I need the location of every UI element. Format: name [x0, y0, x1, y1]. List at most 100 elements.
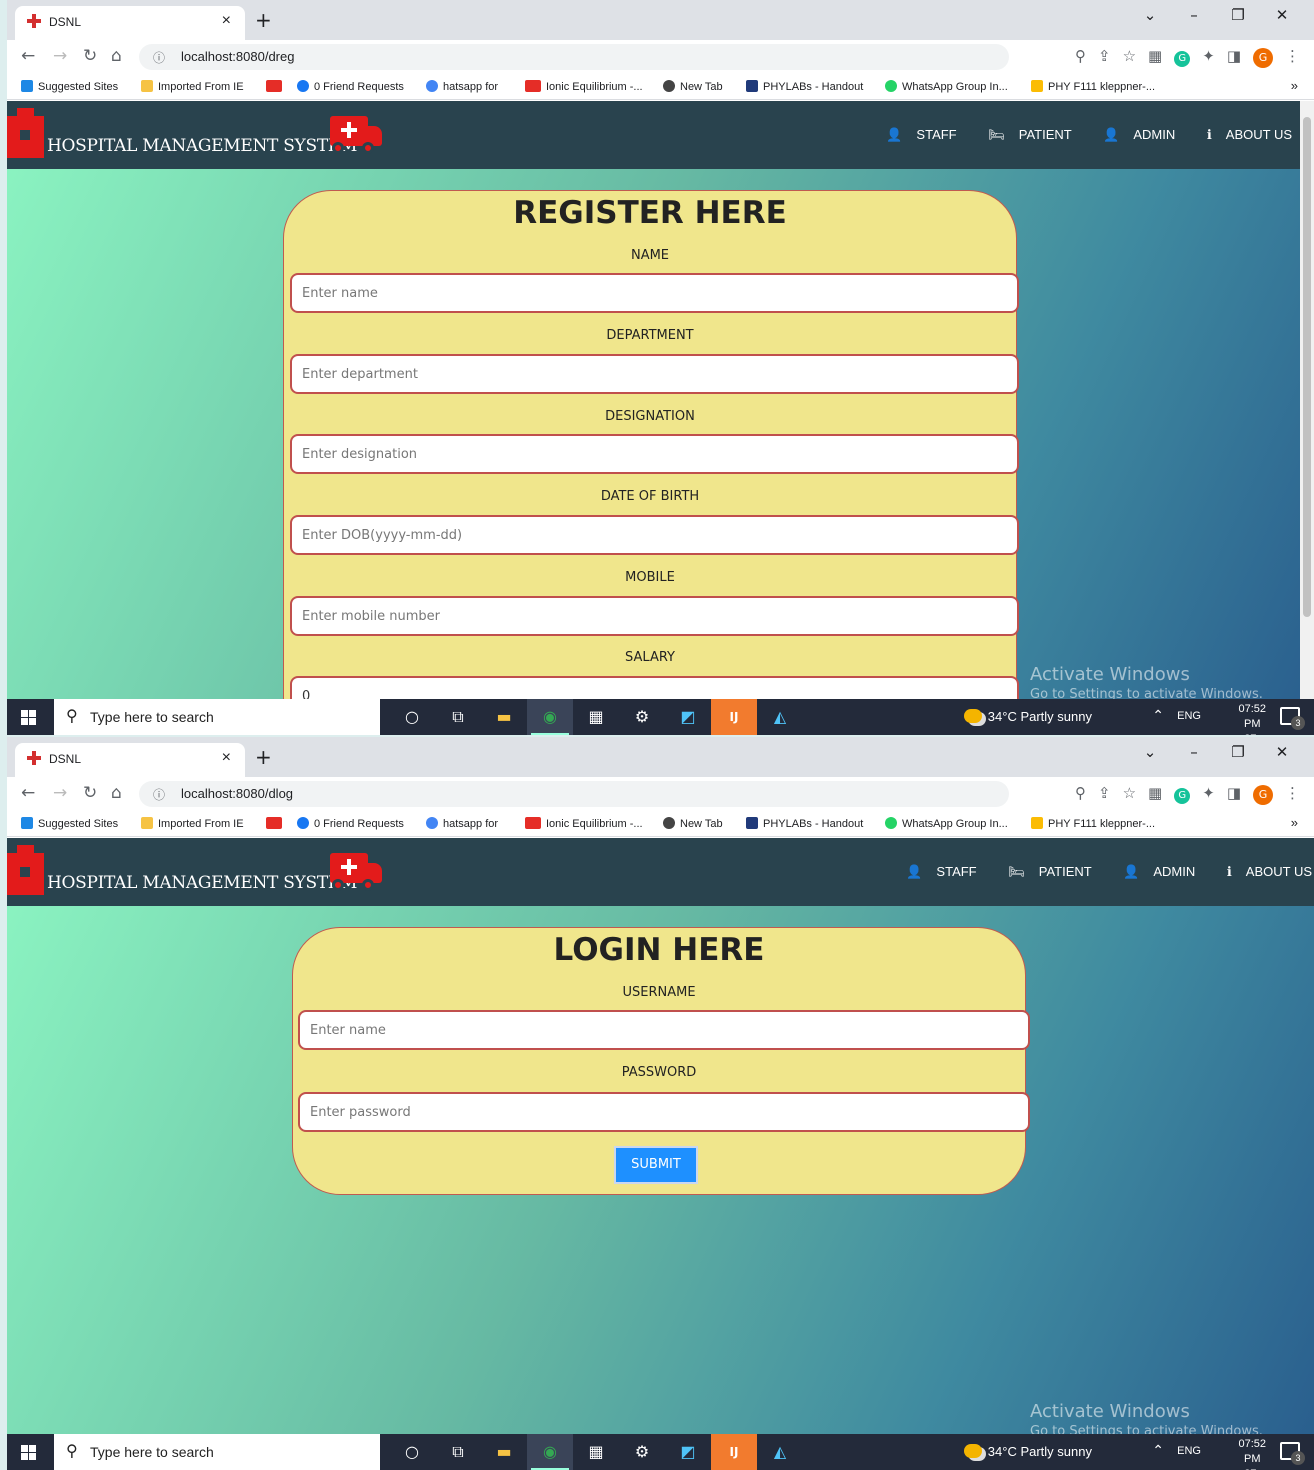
- reload-icon[interactable]: ↻: [83, 46, 97, 66]
- file-explorer-icon[interactable]: ▬: [481, 699, 527, 735]
- profile-avatar[interactable]: G: [1253, 785, 1273, 805]
- share-icon[interactable]: ⇪: [1098, 47, 1111, 65]
- bookmark-youtube[interactable]: [266, 817, 287, 830]
- mysql-workbench-icon[interactable]: ◭: [757, 699, 803, 735]
- bookmark-hatsapp[interactable]: hatsapp for: [426, 817, 498, 830]
- task-view-icon[interactable]: ⧉: [435, 699, 481, 735]
- nav-patient[interactable]: 🛏 PATIENT: [974, 127, 1071, 142]
- nav-staff[interactable]: 👤 STAFF: [892, 864, 976, 879]
- nav-admin[interactable]: 👤 ADMIN: [1089, 127, 1175, 142]
- windows-start-icon[interactable]: [21, 1445, 37, 1461]
- close-window-icon[interactable]: ✕: [1260, 6, 1304, 24]
- minimize-icon[interactable]: –: [1172, 6, 1216, 24]
- bookmark-new-tab[interactable]: New Tab: [663, 817, 723, 830]
- dob-input[interactable]: Enter DOB(yyyy-mm-dd): [290, 515, 1019, 555]
- close-window-icon[interactable]: ✕: [1260, 743, 1304, 761]
- grammarly-icon[interactable]: G: [1174, 51, 1191, 67]
- bookmark-phy-f111[interactable]: PHY F111 kleppner-...: [1031, 80, 1155, 93]
- address-bar[interactable]: ⓘ localhost:8080/dreg: [139, 44, 1009, 70]
- browser-tab[interactable]: DSNL ×: [15, 6, 245, 40]
- profile-avatar[interactable]: G: [1253, 48, 1273, 68]
- forward-icon[interactable]: →: [53, 783, 67, 803]
- forward-icon[interactable]: →: [53, 46, 67, 66]
- side-panel-icon[interactable]: ◨: [1227, 784, 1241, 802]
- chrome-icon[interactable]: ◉: [527, 699, 573, 735]
- system-clock[interactable]: 07:52 PM27-04-2022: [1238, 1437, 1266, 1470]
- password-input[interactable]: Enter password: [298, 1092, 1030, 1132]
- more-bookmarks-icon[interactable]: »: [1291, 815, 1298, 830]
- app-brand[interactable]: HOSPITAL MANAGEMENT SYSTEM: [47, 136, 357, 156]
- page-scrollbar[interactable]: [1300, 101, 1314, 699]
- close-tab-icon[interactable]: ×: [222, 12, 231, 30]
- reload-icon[interactable]: ↻: [83, 783, 97, 803]
- taskbar-search-box[interactable]: ⚲ Type here to search: [54, 1434, 380, 1470]
- bookmark-phylabs[interactable]: PHYLABs - Handout: [746, 817, 863, 830]
- bookmark-ionic-equilibrium[interactable]: Ionic Equilibrium -...: [525, 80, 643, 93]
- bookmark-imported-from-ie[interactable]: Imported From IE: [141, 817, 244, 830]
- nav-about-us[interactable]: ℹ ABOUT US: [1193, 127, 1292, 142]
- bookmark-phylabs[interactable]: PHYLABs - Handout: [746, 80, 863, 93]
- tab-search-icon[interactable]: ⌄: [1128, 6, 1172, 24]
- photos-icon[interactable]: ◩: [665, 1434, 711, 1470]
- file-explorer-icon[interactable]: ▬: [481, 1434, 527, 1470]
- back-icon[interactable]: ←: [21, 783, 35, 803]
- name-input[interactable]: Enter name: [290, 273, 1019, 313]
- nav-patient[interactable]: 🛏 PATIENT: [994, 864, 1091, 879]
- weather-widget[interactable]: 34°C Partly sunny: [963, 709, 1092, 724]
- bookmark-phy-f111[interactable]: PHY F111 kleppner-...: [1031, 817, 1155, 830]
- more-bookmarks-icon[interactable]: »: [1291, 78, 1298, 93]
- bookmark-whatsapp-group[interactable]: WhatsApp Group In...: [885, 80, 1008, 93]
- designation-input[interactable]: Enter designation: [290, 434, 1019, 474]
- photos-icon[interactable]: ◩: [665, 699, 711, 735]
- site-info-icon[interactable]: ⓘ: [153, 786, 165, 803]
- settings-icon[interactable]: ⚙: [619, 1434, 665, 1470]
- intellij-icon[interactable]: IJ: [711, 699, 757, 735]
- nav-staff[interactable]: 👤 STAFF: [872, 127, 956, 142]
- taskbar-search-box[interactable]: ⚲ Type here to search: [54, 699, 380, 735]
- bookmark-suggested-sites[interactable]: Suggested Sites: [21, 80, 118, 93]
- notification-center-icon[interactable]: 3: [1280, 1442, 1305, 1465]
- bookmark-whatsapp-group[interactable]: WhatsApp Group In...: [885, 817, 1008, 830]
- system-clock[interactable]: 07:52 PM27-04-2022: [1238, 702, 1266, 735]
- department-input[interactable]: Enter department: [290, 354, 1019, 394]
- calculator-icon[interactable]: ▦: [573, 699, 619, 735]
- username-input[interactable]: Enter name: [298, 1010, 1030, 1050]
- mysql-workbench-icon[interactable]: ◭: [757, 1434, 803, 1470]
- minimize-icon[interactable]: –: [1172, 743, 1216, 761]
- extensions-icon[interactable]: ✦: [1202, 47, 1215, 65]
- zoom-icon[interactable]: ⚲: [1075, 47, 1086, 65]
- new-tab-button[interactable]: +: [255, 745, 272, 769]
- side-panel-icon[interactable]: ◨: [1227, 47, 1241, 65]
- cortana-icon[interactable]: ○: [389, 1434, 435, 1470]
- calculator-icon[interactable]: ▦: [573, 1434, 619, 1470]
- language-indicator[interactable]: ENG: [1177, 1445, 1201, 1457]
- tab-search-icon[interactable]: ⌄: [1128, 743, 1172, 761]
- bookmark-suggested-sites[interactable]: Suggested Sites: [21, 817, 118, 830]
- submit-button[interactable]: SUBMIT: [614, 1146, 698, 1184]
- address-bar[interactable]: ⓘ localhost:8080/dlog: [139, 781, 1009, 807]
- bookmark-star-icon[interactable]: ☆: [1123, 784, 1136, 802]
- bookmark-star-icon[interactable]: ☆: [1123, 47, 1136, 65]
- bookmark-new-tab[interactable]: New Tab: [663, 80, 723, 93]
- intellij-icon[interactable]: IJ: [711, 1434, 757, 1470]
- restore-icon[interactable]: ❐: [1216, 6, 1260, 24]
- extensions-icon[interactable]: ✦: [1202, 784, 1215, 802]
- cortana-icon[interactable]: ○: [389, 699, 435, 735]
- settings-icon[interactable]: ⚙: [619, 699, 665, 735]
- show-hidden-icons-icon[interactable]: ⌃: [1152, 1442, 1164, 1459]
- nav-admin[interactable]: 👤 ADMIN: [1109, 864, 1195, 879]
- windows-start-icon[interactable]: [21, 710, 37, 726]
- bookmark-hatsapp[interactable]: hatsapp for: [426, 80, 498, 93]
- extension-grid-icon[interactable]: ▦: [1148, 784, 1162, 802]
- home-icon[interactable]: ⌂: [111, 783, 122, 803]
- home-icon[interactable]: ⌂: [111, 46, 122, 66]
- back-icon[interactable]: ←: [21, 46, 35, 66]
- app-brand[interactable]: HOSPITAL MANAGEMENT SYSTEM: [47, 873, 357, 893]
- task-view-icon[interactable]: ⧉: [435, 1434, 481, 1470]
- show-hidden-icons-icon[interactable]: ⌃: [1152, 707, 1164, 724]
- language-indicator[interactable]: ENG: [1177, 710, 1201, 722]
- grammarly-icon[interactable]: G: [1174, 788, 1191, 804]
- bookmark-friend-requests[interactable]: 0 Friend Requests: [297, 817, 404, 830]
- chrome-icon[interactable]: ◉: [527, 1434, 573, 1470]
- restore-icon[interactable]: ❐: [1216, 743, 1260, 761]
